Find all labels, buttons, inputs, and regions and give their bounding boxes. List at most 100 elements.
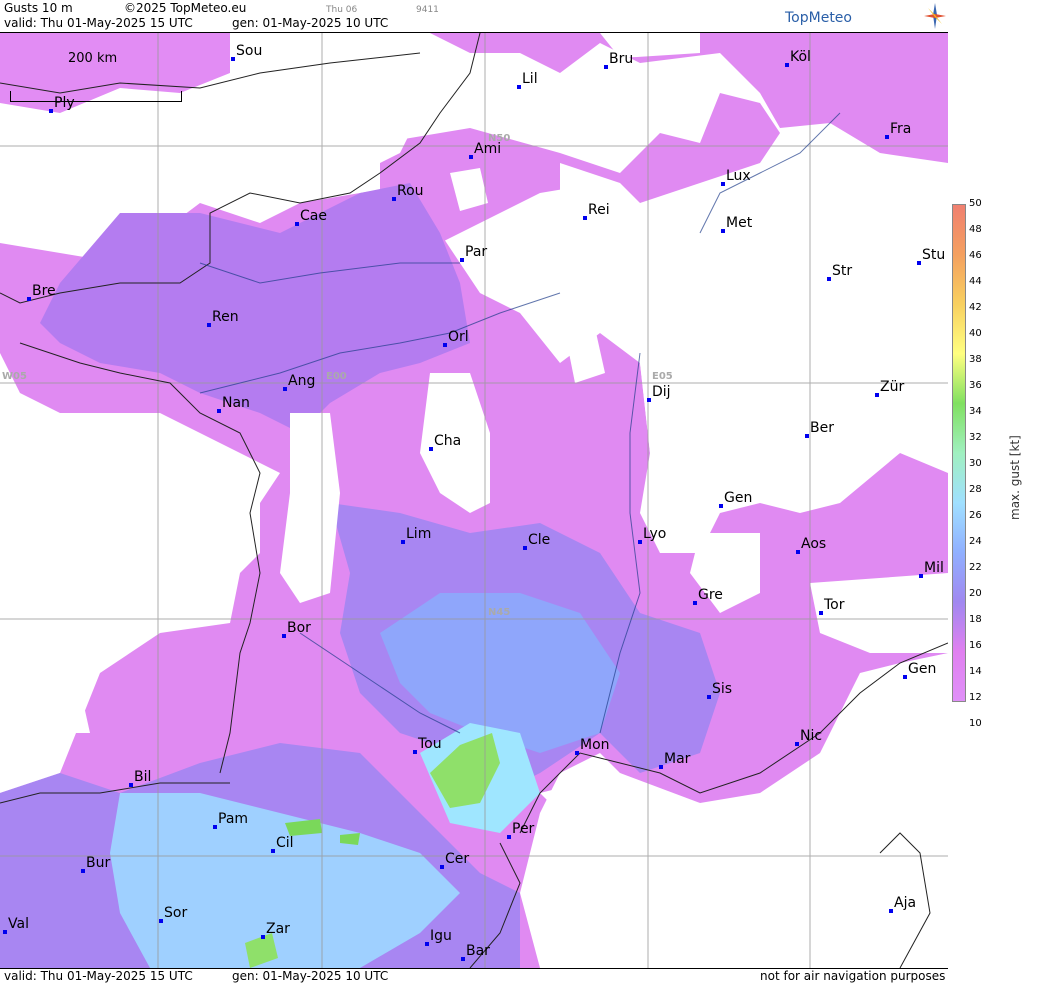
footer-notice: not for air navigation purposes: [760, 969, 946, 983]
city-label-sor: Sor: [159, 905, 187, 923]
compass-logo-icon: [924, 3, 946, 29]
city-marker-icon: [523, 546, 527, 550]
city-marker-icon: [159, 919, 163, 923]
city-label-dij: Dij: [647, 384, 671, 402]
generated-time: gen: 01-May-2025 10 UTC: [232, 16, 389, 30]
city-label-bur: Bur: [81, 855, 110, 873]
city-label-cer: Cer: [440, 851, 469, 869]
city-label-bre: Bre: [27, 283, 56, 301]
copyright: ©2025 TopMeteo.eu: [124, 1, 247, 15]
run-code: 9411: [416, 5, 439, 15]
city-marker-icon: [231, 57, 235, 61]
city-marker-icon: [785, 63, 789, 67]
city-marker-icon: [425, 942, 429, 946]
legend-title: max. gust [kt]: [1008, 435, 1022, 520]
city-label-per: Per: [507, 821, 534, 839]
legend-tick-label: 44: [969, 276, 982, 287]
city-label-val: Val: [3, 916, 29, 934]
city-label-ber: Ber: [805, 420, 834, 438]
city-label-stu: Stu: [917, 247, 945, 265]
product-title: Gusts 10 m: [4, 1, 73, 15]
gust-map[interactable]: 200 km N50 N45 W05 E00 E05 Sou Bru Köl Ply L…: [0, 33, 948, 968]
city-marker-icon: [719, 504, 723, 508]
city-marker-icon: [440, 865, 444, 869]
city-marker-icon: [461, 957, 465, 961]
city-label-bor: Bor: [282, 620, 311, 638]
city-marker-icon: [707, 695, 711, 699]
city-marker-icon: [647, 398, 651, 402]
city-label-lim: Lim: [401, 526, 431, 544]
city-marker-icon: [213, 825, 217, 829]
city-marker-icon: [919, 574, 923, 578]
footer-valid-time: valid: Thu 01-May-2025 15 UTC: [4, 969, 193, 983]
valid-time: valid: Thu 01-May-2025 15 UTC: [4, 16, 193, 30]
legend-tick-label: 12: [969, 692, 982, 703]
city-label-lux: Lux: [721, 168, 751, 186]
city-marker-icon: [819, 611, 823, 615]
city-label-rou: Rou: [392, 183, 424, 201]
legend-tick-label: 20: [969, 588, 982, 599]
city-label-ami: Ami: [469, 141, 501, 159]
city-marker-icon: [283, 387, 287, 391]
city-label-ply: Ply: [49, 95, 75, 113]
city-marker-icon: [721, 182, 725, 186]
city-label-lyo: Lyo: [638, 526, 666, 544]
city-label-nic: Nic: [795, 728, 822, 746]
legend-tick-label: 10: [969, 718, 982, 729]
footer-generated-time: gen: 01-May-2025 10 UTC: [232, 969, 389, 983]
city-marker-icon: [295, 222, 299, 226]
legend-tick-label: 32: [969, 432, 982, 443]
legend-tick-label: 38: [969, 354, 982, 365]
city-label-pam: Pam: [213, 811, 248, 829]
city-marker-icon: [460, 258, 464, 262]
city-label-ren: Ren: [207, 309, 239, 327]
city-label-gen: Gen: [903, 661, 936, 679]
city-marker-icon: [271, 849, 275, 853]
city-label-igu: Igu: [425, 928, 452, 946]
city-marker-icon: [3, 930, 7, 934]
day-tab[interactable]: Thu 06: [326, 3, 357, 17]
gust-field: [0, 33, 948, 968]
legend-tick-label: 26: [969, 510, 982, 521]
city-label-ang: Ang: [283, 373, 315, 391]
city-marker-icon: [903, 675, 907, 679]
city-label-gen: Gen: [719, 490, 752, 508]
legend-tick-label: 28: [969, 484, 982, 495]
city-label-aja: Aja: [889, 895, 916, 913]
city-label-par: Par: [460, 244, 487, 262]
city-marker-icon: [261, 935, 265, 939]
city-marker-icon: [721, 229, 725, 233]
city-label-sou: Sou: [231, 43, 262, 61]
legend-tick-label: 42: [969, 302, 982, 313]
scale-label: 200 km: [68, 51, 118, 66]
city-label-bil: Bil: [129, 769, 151, 787]
city-marker-icon: [659, 765, 663, 769]
city-label-str: Str: [827, 263, 852, 281]
city-marker-icon: [207, 323, 211, 327]
city-marker-icon: [875, 393, 879, 397]
city-marker-icon: [129, 783, 133, 787]
city-label-cle: Cle: [523, 532, 550, 550]
city-label-zar: Zar: [261, 921, 290, 939]
grid-label-n45: N45: [488, 607, 511, 618]
city-label-gre: Gre: [693, 587, 723, 605]
city-label-orl: Orl: [443, 329, 469, 347]
city-marker-icon: [401, 540, 405, 544]
grid-label-w05: W05: [2, 371, 27, 382]
legend-tick-label: 18: [969, 614, 982, 625]
legend-tick-label: 34: [969, 406, 982, 417]
city-marker-icon: [604, 65, 608, 69]
city-marker-icon: [217, 409, 221, 413]
city-marker-icon: [49, 109, 53, 113]
city-marker-icon: [795, 742, 799, 746]
city-label-aos: Aos: [796, 536, 826, 554]
city-marker-icon: [429, 447, 433, 451]
city-label-nan: Nan: [217, 395, 250, 413]
city-marker-icon: [583, 216, 587, 220]
grid-label-e00: E00: [326, 371, 347, 382]
city-marker-icon: [885, 135, 889, 139]
map-footer: valid: Thu 01-May-2025 15 UTC gen: 01-Ma…: [0, 968, 948, 984]
scale-bar: [10, 91, 182, 102]
city-label-mar: Mar: [659, 751, 690, 769]
city-label-mon: Mon: [575, 737, 610, 755]
